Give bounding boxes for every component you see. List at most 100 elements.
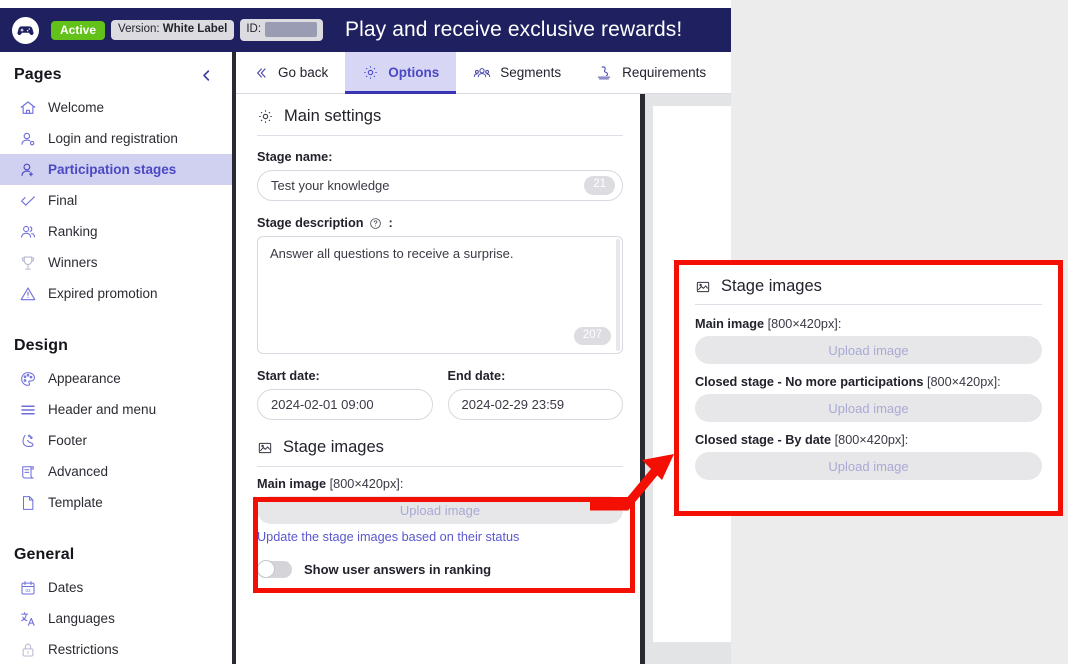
stage-name-input[interactable]: Test your knowledge 21: [257, 170, 623, 201]
stage-images-header: Stage images: [257, 438, 623, 466]
textarea-scrollbar[interactable]: [616, 239, 620, 351]
sidebar-section-title: Pages: [14, 66, 62, 83]
callout-title: Stage images: [721, 277, 822, 295]
sidebar-item-label: Dates: [48, 580, 84, 595]
sidebar-item-label: Welcome: [48, 100, 105, 115]
palette-icon: [18, 369, 37, 388]
main-image-upload-button[interactable]: Upload image: [257, 496, 623, 524]
footer-shoe-icon: [18, 431, 37, 450]
chevron-left-icon[interactable]: [199, 68, 214, 83]
tab-label: Requirements: [622, 65, 707, 80]
gear-icon: [362, 64, 379, 81]
trophy-icon: [18, 253, 37, 272]
check-icon: [18, 191, 37, 210]
sidebar-section-general: General: [14, 546, 75, 563]
callout-image-label: Closed stage - By date [800×420px]:: [695, 433, 1042, 447]
id-prefix: ID:: [246, 22, 262, 35]
home-icon: [18, 98, 37, 117]
callout-upload-button-by-date[interactable]: Upload image: [695, 452, 1042, 480]
calendar-icon: 03: [18, 578, 37, 597]
sidebar-item-dates[interactable]: 03 Dates: [0, 572, 232, 603]
sidebar-item-label: Participation stages: [48, 162, 177, 177]
main-image-label-text: Main image: [257, 477, 327, 491]
id-badge: ID:: [240, 19, 324, 41]
main-settings-header: Main settings: [257, 107, 623, 135]
main-image-label: Main image [800×420px]:: [257, 477, 623, 491]
main-pane: Go back Options Segments Requirements Ma…: [236, 52, 731, 664]
section-divider: [257, 135, 623, 136]
callout-image-dims: [800×420px]:: [926, 375, 1001, 389]
sidebar-item-advanced[interactable]: Advanced: [0, 456, 232, 487]
lock-icon: [18, 640, 37, 659]
sidebar-item-label: Languages: [48, 611, 115, 626]
stage-images-status-link[interactable]: Update the stage images based on their s…: [257, 530, 623, 544]
end-date-field: End date: 2024-02-29 23:59: [447, 369, 623, 420]
status-badge: Active: [51, 20, 106, 40]
translate-icon: [18, 609, 37, 628]
start-date-input[interactable]: 2024-02-01 09:00: [257, 389, 433, 420]
user-stages-icon: [18, 160, 37, 179]
stage-images-callout: Stage images Main image [800×420px]: Upl…: [674, 260, 1063, 516]
callout-divider: [695, 304, 1042, 305]
warning-triangle-icon: [18, 284, 37, 303]
users-ranking-icon: [18, 222, 37, 241]
stamp-icon: [595, 64, 613, 82]
callout-upload-button-no-more-participations[interactable]: Upload image: [695, 394, 1042, 422]
sidebar-item-label: Login and registration: [48, 131, 178, 146]
tab-requirements[interactable]: Requirements: [578, 52, 723, 93]
callout-image-label-text: Closed stage - By date: [695, 433, 832, 447]
sidebar-section-pages: Pages: [0, 52, 232, 92]
tab-segments[interactable]: Segments: [456, 52, 578, 93]
callout-image-dims: [800×420px]:: [834, 433, 909, 447]
sidebar-item-appearance[interactable]: Appearance: [0, 363, 232, 394]
sidebar-item-languages[interactable]: Languages: [0, 603, 232, 634]
stage-name-field: Stage name: Test your knowledge 21: [257, 150, 623, 201]
sidebar-item-expired-promotion[interactable]: Expired promotion: [0, 278, 232, 309]
image-icon: [257, 440, 273, 456]
page-icon: [18, 493, 37, 512]
sidebar-item-template[interactable]: Template: [0, 487, 232, 518]
sidebar-item-label: Ranking: [48, 224, 98, 239]
callout-image-label: Main image [800×420px]:: [695, 317, 1042, 331]
question-circle-icon[interactable]: [369, 217, 382, 230]
stage-description-textarea[interactable]: Answer all questions to receive a surpri…: [257, 236, 623, 354]
callout-image-label-text: Main image: [695, 317, 765, 331]
sidebar-item-footer[interactable]: Footer: [0, 425, 232, 456]
sidebar-item-login-and-registration[interactable]: Login and registration: [0, 123, 232, 154]
tab-go-back[interactable]: Go back: [236, 52, 345, 93]
tab-options[interactable]: Options: [345, 52, 457, 94]
sidebar-item-restrictions[interactable]: Restrictions: [0, 634, 232, 664]
top-bar: Active Version: White Label ID: Play and…: [0, 8, 731, 52]
sidebar-item-label: Advanced: [48, 464, 109, 479]
sidebar-item-label: Header and menu: [48, 402, 157, 417]
tab-label: Segments: [500, 65, 562, 80]
app-window: Active Version: White Label ID: Play and…: [0, 0, 731, 664]
sidebar-item-ranking[interactable]: Ranking: [0, 216, 232, 247]
sidebar-item-header-and-menu[interactable]: Header and menu: [0, 394, 232, 425]
callout-header: Stage images: [695, 277, 1042, 304]
end-date-input[interactable]: 2024-02-29 23:59: [447, 389, 623, 420]
callout-upload-button-main[interactable]: Upload image: [695, 336, 1042, 364]
id-redacted-value: [265, 22, 318, 37]
sidebar-item-label: Final: [48, 193, 78, 208]
start-date-field: Start date: 2024-02-01 09:00: [257, 369, 433, 420]
sidebar-item-welcome[interactable]: Welcome: [0, 92, 232, 123]
sidebar-item-winners[interactable]: Winners: [0, 247, 232, 278]
toggle-knob: [257, 560, 275, 578]
sidebar-item-final[interactable]: Final: [0, 185, 232, 216]
callout-main-image-group: Main image [800×420px]: Upload image: [695, 317, 1042, 364]
sidebar-section-design: Design: [14, 337, 68, 354]
gear-icon: [257, 108, 274, 125]
callout-image-label: Closed stage - No more participations [8…: [695, 375, 1042, 389]
stage-description-counter: 207: [573, 326, 611, 345]
stage-name-value: Test your knowledge: [271, 178, 390, 193]
version-badge: Version: White Label: [111, 19, 235, 41]
double-chevron-left-icon: [253, 65, 269, 81]
show-answers-toggle-row: Show user answers in ranking: [257, 560, 623, 578]
show-answers-toggle[interactable]: [257, 560, 292, 578]
sidebar-item-participation-stages[interactable]: Participation stages: [0, 154, 232, 185]
image-icon: [695, 279, 711, 295]
svg-text:03: 03: [25, 588, 31, 593]
start-date-value: 2024-02-01 09:00: [271, 397, 374, 412]
